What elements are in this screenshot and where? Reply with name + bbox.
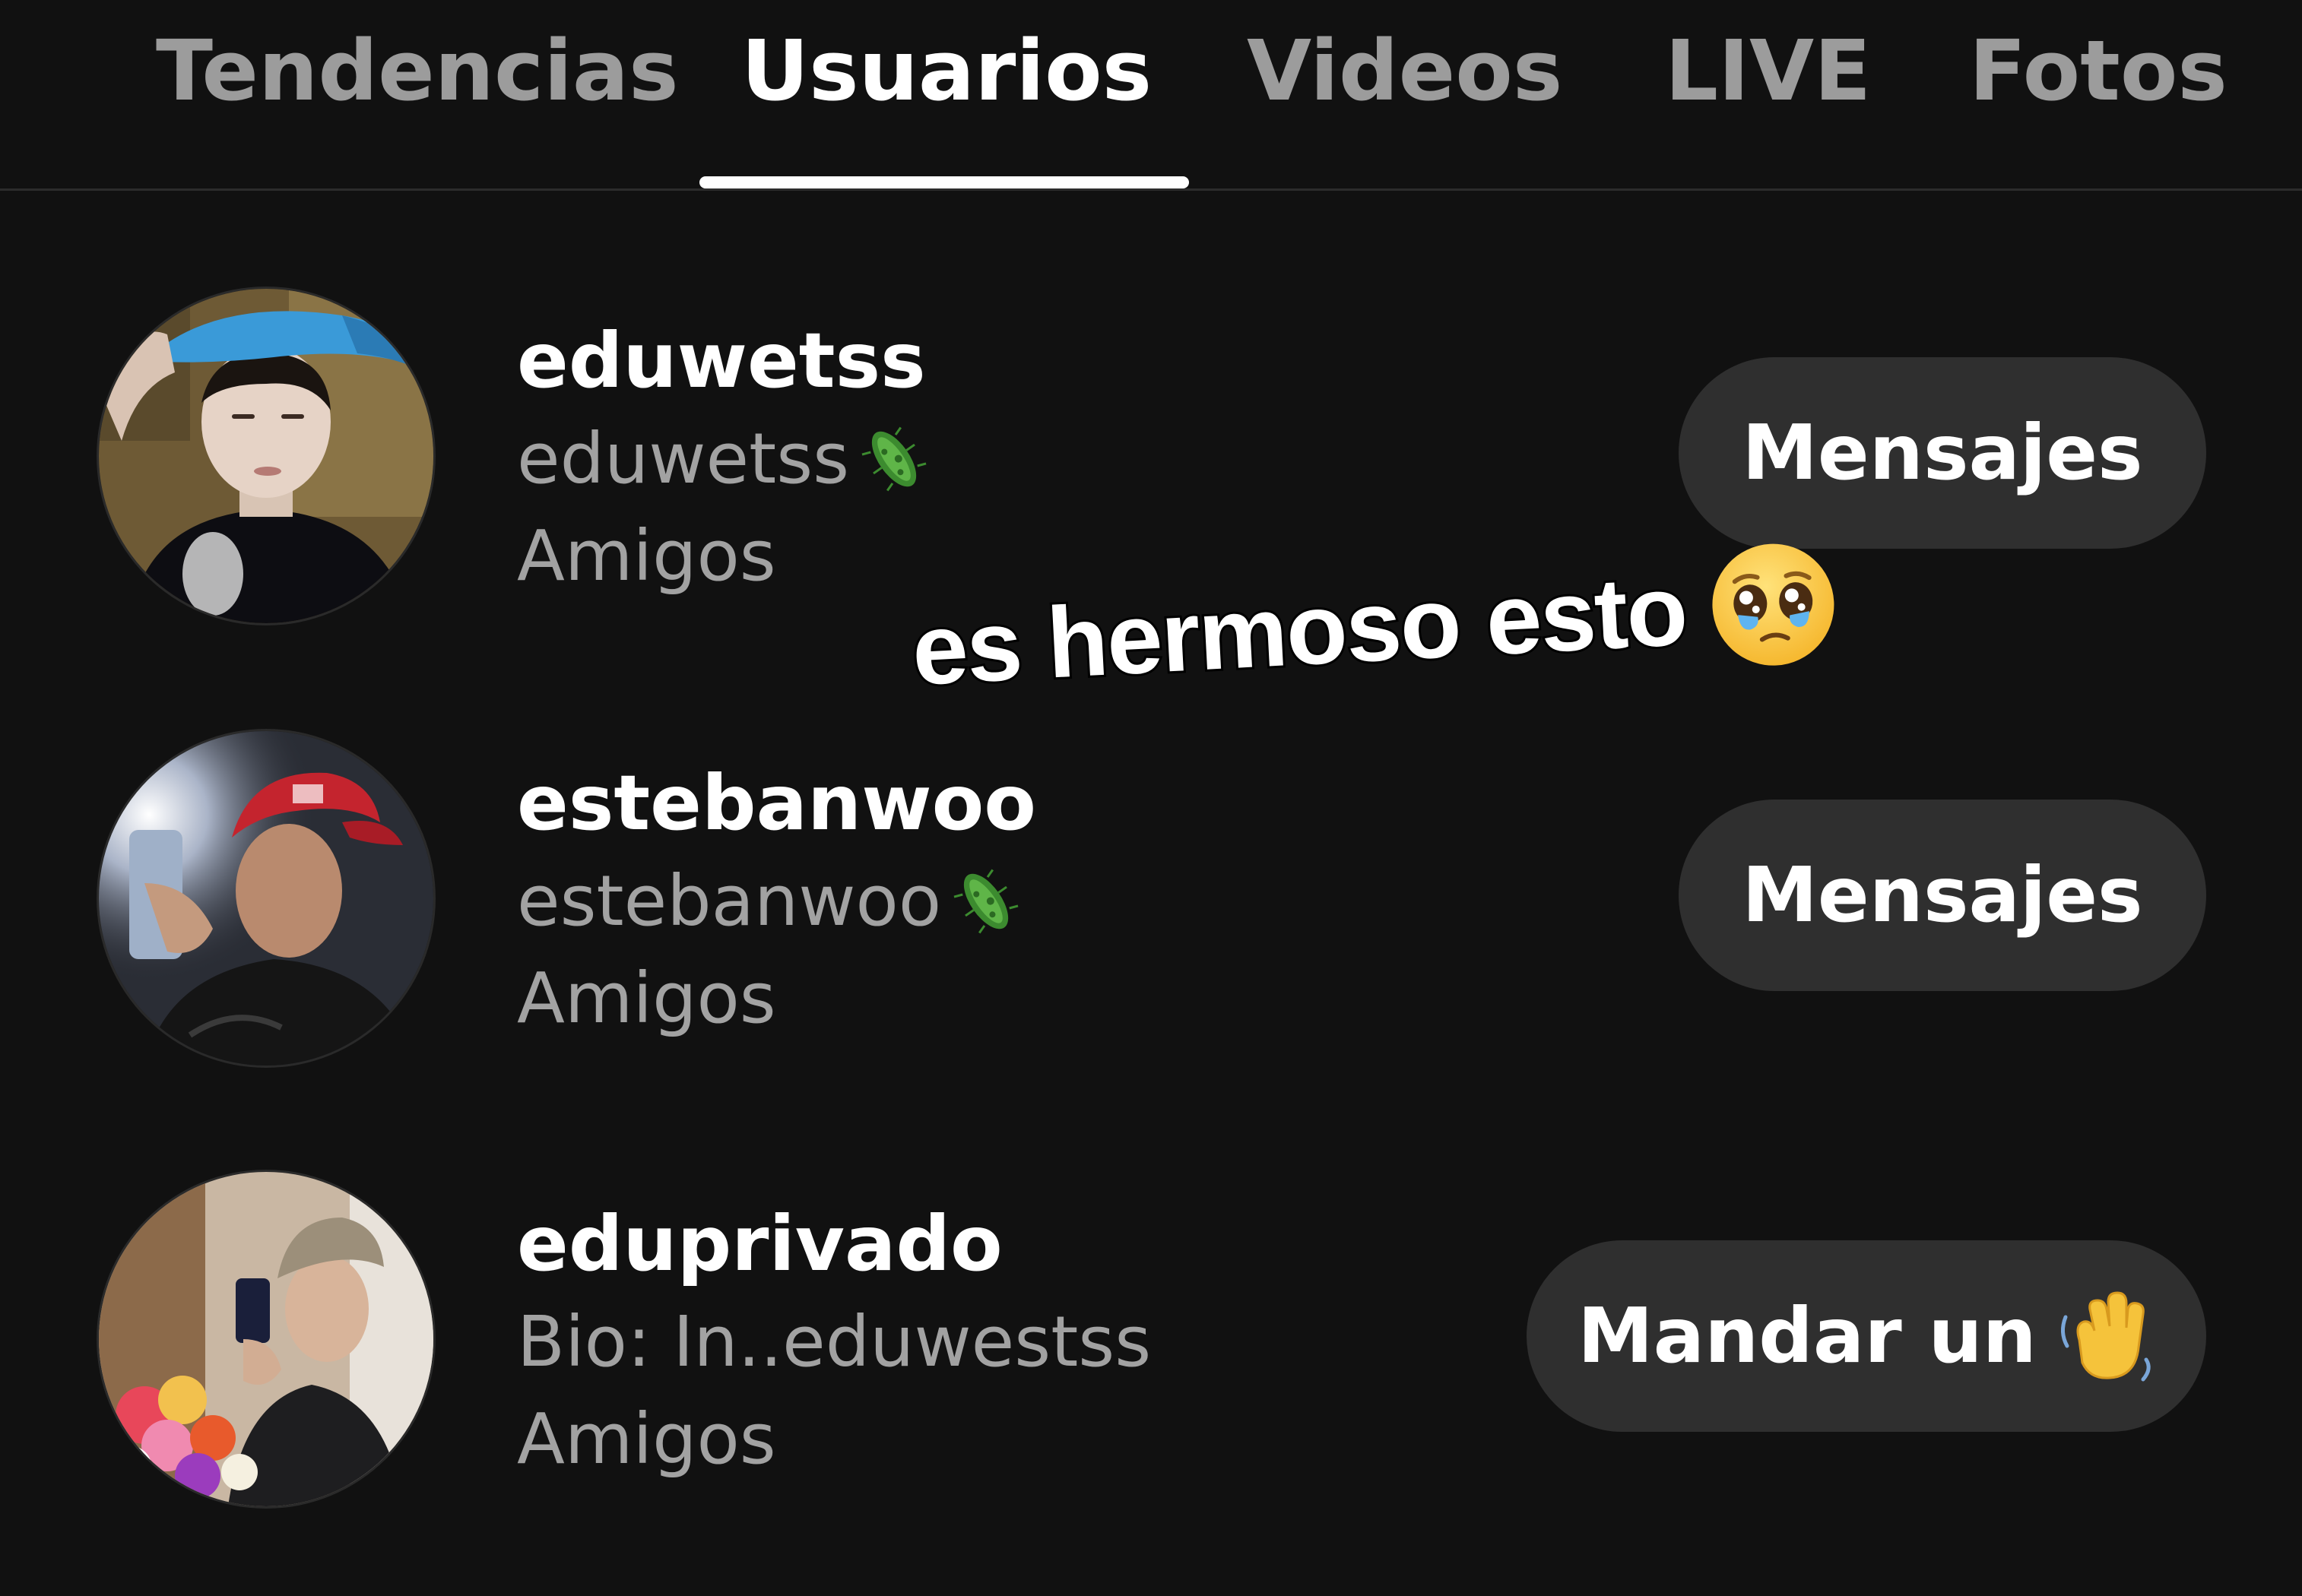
- tab-videos[interactable]: Videos: [1247, 14, 1562, 128]
- relation-label: Amigos: [517, 958, 776, 1039]
- user-subtitle: eduwetss: [517, 410, 928, 508]
- pleading-face-icon: [1705, 537, 1841, 673]
- tab-tendencias[interactable]: Tendencias: [156, 14, 679, 128]
- relation-label: Amigos: [517, 515, 776, 597]
- search-tab-bar: Tendencias Usuarios Videos LIVE Fotos: [0, 0, 2302, 191]
- subtitle-text: eduwetss: [517, 418, 850, 499]
- username[interactable]: estebanwoo: [517, 754, 1036, 853]
- tab-usuarios[interactable]: Usuarios: [730, 14, 1163, 128]
- user-subtitle: estebanwoo: [517, 853, 1036, 950]
- user-info: eduprivado Bio: In..eduwestss Amigos: [517, 1195, 1151, 1488]
- message-button[interactable]: Mensajes: [1679, 357, 2206, 549]
- avatar[interactable]: [99, 731, 433, 1066]
- avatar[interactable]: [99, 1172, 433, 1506]
- avatar-photo: [99, 1172, 433, 1506]
- microbe-icon: [952, 860, 1020, 943]
- message-button-label: Mensajes: [1742, 408, 2143, 497]
- avatar[interactable]: [99, 289, 433, 623]
- tab-divider: [0, 188, 2302, 191]
- user-row[interactable]: eduprivado Bio: In..eduwestss Amigos Man…: [0, 1172, 2302, 1522]
- wave-button[interactable]: Mandar un: [1527, 1240, 2206, 1432]
- subtitle-text: estebanwoo: [517, 860, 942, 942]
- active-tab-indicator: [699, 176, 1189, 188]
- username[interactable]: eduwetss: [517, 312, 928, 410]
- waving-hand-icon: [2056, 1287, 2155, 1385]
- wave-button-label: Mandar un: [1577, 1291, 2037, 1380]
- username[interactable]: eduprivado: [517, 1195, 1151, 1294]
- user-info: eduwetss eduwetss Amigos: [517, 312, 928, 605]
- user-info: estebanwoo estebanwoo Amigos: [517, 754, 1036, 1047]
- message-button[interactable]: Mensajes: [1679, 800, 2206, 991]
- relation-label: Amigos: [517, 1398, 776, 1480]
- user-bio: Bio: In..eduwestss: [517, 1301, 1152, 1382]
- microbe-icon: [860, 417, 928, 501]
- avatar-photo: [99, 289, 433, 623]
- tab-live[interactable]: LIVE: [1665, 14, 1871, 128]
- message-button-label: Mensajes: [1742, 850, 2143, 939]
- avatar-photo: [99, 731, 433, 1066]
- tab-fotos[interactable]: Fotos: [1969, 14, 2227, 128]
- user-row[interactable]: estebanwoo estebanwoo Amigos Mensajes: [0, 731, 2302, 1081]
